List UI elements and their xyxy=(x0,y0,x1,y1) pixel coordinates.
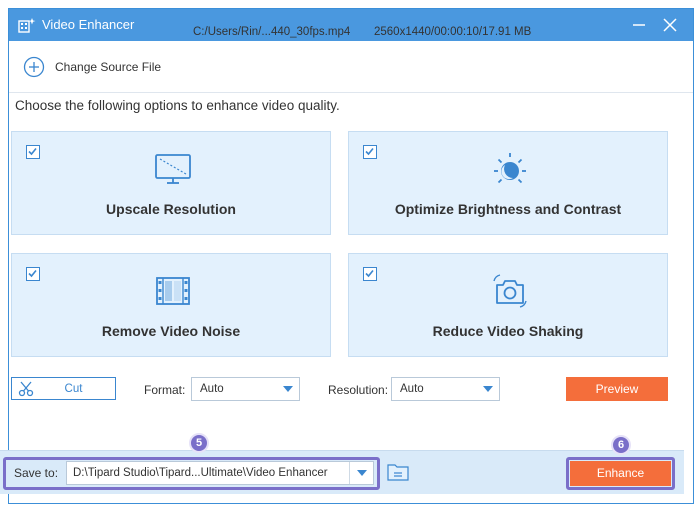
change-source-button[interactable]: Change Source File xyxy=(23,55,161,79)
app-icon xyxy=(18,18,36,33)
brightness-checkbox[interactable] xyxy=(363,145,377,159)
check-icon xyxy=(28,269,37,278)
resolution-label: Resolution: xyxy=(328,383,389,397)
callout-highlight-save xyxy=(3,457,380,490)
check-icon xyxy=(365,147,374,156)
chevron-down-icon xyxy=(283,386,293,392)
cut-button[interactable]: Cut xyxy=(11,377,116,400)
source-file-path: C:/Users/Rin/...440_30fps.mp4 xyxy=(193,26,351,38)
noise-checkbox[interactable] xyxy=(26,267,40,281)
option-upscale-resolution[interactable]: Upscale Resolution xyxy=(11,131,331,235)
step-badge: 6 xyxy=(611,435,631,455)
shaking-checkbox[interactable] xyxy=(363,267,377,281)
monitor-icon xyxy=(155,154,191,184)
upscale-checkbox[interactable] xyxy=(26,145,40,159)
open-folder-icon[interactable] xyxy=(387,463,409,481)
option-remove-noise[interactable]: Remove Video Noise xyxy=(11,253,331,357)
callout-highlight-enhance xyxy=(566,457,675,490)
film-icon xyxy=(156,277,190,305)
chevron-down-icon xyxy=(483,386,493,392)
step-badge: 5 xyxy=(189,433,209,453)
noise-label: Remove Video Noise xyxy=(101,323,241,339)
brightness-label: Optimize Brightness and Contrast xyxy=(394,201,622,217)
option-optimize-brightness[interactable]: Optimize Brightness and Contrast xyxy=(348,131,668,235)
resolution-value: Auto xyxy=(400,383,424,395)
change-source-label: Change Source File xyxy=(55,60,162,74)
camera-stabilize-icon xyxy=(493,274,527,308)
brightness-icon xyxy=(494,153,526,184)
add-circle-icon xyxy=(23,56,45,78)
format-label: Format: xyxy=(144,383,186,397)
option-reduce-shaking[interactable]: Reduce Video Shaking xyxy=(348,253,668,357)
check-icon xyxy=(365,269,374,278)
minimize-icon[interactable] xyxy=(629,15,649,35)
preview-button[interactable]: Preview xyxy=(566,377,668,401)
instruction-text: Choose the following options to enhance … xyxy=(15,98,340,113)
resolution-select[interactable]: Auto xyxy=(391,377,500,401)
format-value: Auto xyxy=(200,383,224,395)
close-icon[interactable] xyxy=(660,15,680,35)
shaking-label: Reduce Video Shaking xyxy=(432,323,584,339)
source-bar: Change Source File xyxy=(9,41,693,93)
title-bar: Video Enhancer xyxy=(9,9,693,41)
preview-label: Preview xyxy=(595,382,639,396)
window-title: Video Enhancer xyxy=(42,17,135,32)
source-file-meta: 2560x1440/00:00:10/17.91 MB xyxy=(374,26,532,38)
format-select[interactable]: Auto xyxy=(191,377,300,401)
upscale-label: Upscale Resolution xyxy=(106,201,236,217)
check-icon xyxy=(28,147,37,156)
cut-label: Cut xyxy=(64,383,83,395)
